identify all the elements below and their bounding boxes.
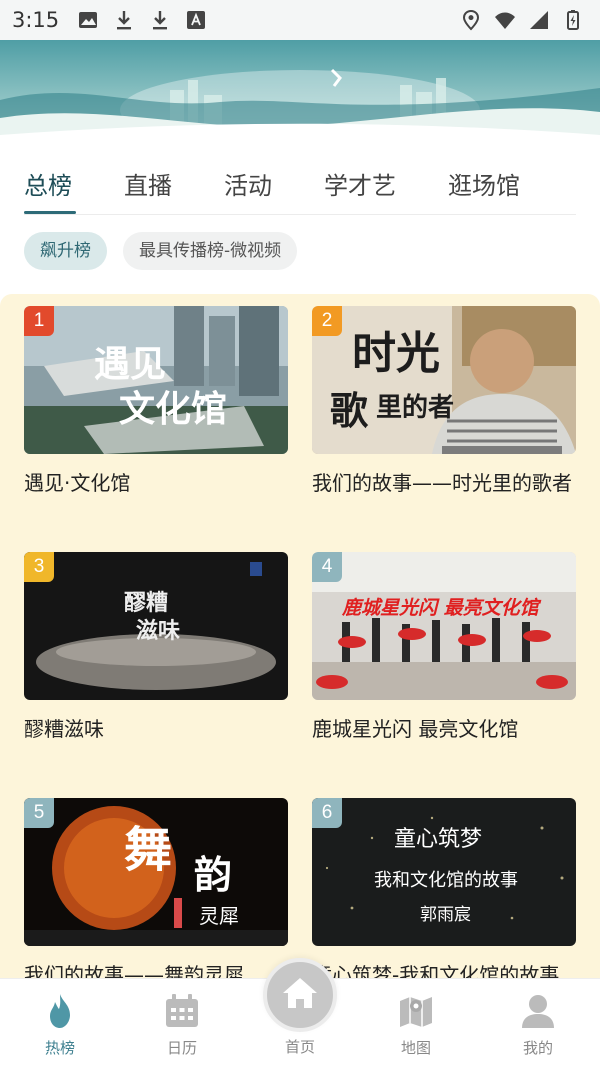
tab-overall[interactable]: 总榜 bbox=[24, 152, 76, 214]
svg-text:滋味: 滋味 bbox=[136, 618, 180, 644]
svg-text:里的者: 里的者 bbox=[376, 392, 454, 423]
video-thumbnail[interactable]: 醪糟 滋味 3 bbox=[24, 552, 288, 700]
svg-text:童心筑梦: 童心筑梦 bbox=[394, 827, 482, 852]
svg-text:灵犀: 灵犀 bbox=[199, 904, 239, 928]
nav-hot-list[interactable]: 热榜 bbox=[15, 991, 105, 1058]
tab-live[interactable]: 直播 bbox=[124, 152, 172, 214]
ranking-card[interactable]: 舞 韵 灵犀 5 我们的故事——舞韵灵犀 bbox=[24, 798, 288, 980]
ranking-card[interactable]: 醪糟 滋味 3 醪糟滋味 bbox=[24, 552, 288, 744]
video-thumbnail[interactable]: 鹿城星光闪 最亮文化馆 4 bbox=[312, 552, 576, 700]
ranking-card[interactable]: 时光 歌 里的者 2 我们的故事——时光里的歌者 bbox=[312, 306, 576, 498]
svg-text:郭雨宸: 郭雨宸 bbox=[420, 905, 471, 925]
font-icon bbox=[187, 11, 206, 29]
nav-label: 地图 bbox=[400, 1039, 431, 1057]
nav-profile[interactable]: 我的 bbox=[493, 991, 583, 1058]
download-icon bbox=[153, 11, 168, 30]
card-title: 童心筑梦-我和文化馆的故事 bbox=[312, 963, 560, 980]
nav-label: 我的 bbox=[522, 1039, 553, 1057]
battery-icon bbox=[567, 10, 579, 30]
svg-text:遇见: 遇见 bbox=[94, 344, 166, 385]
nav-home-label: 首页 bbox=[284, 1038, 315, 1056]
svg-text:韵: 韵 bbox=[194, 853, 232, 897]
nav-label: 日历 bbox=[166, 1039, 197, 1057]
ranking-card[interactable]: 遇见 文化馆 1 遇见·文化馆 bbox=[24, 306, 288, 498]
wifi-icon bbox=[495, 12, 515, 29]
rank-badge: 6 bbox=[312, 798, 342, 828]
card-title: 鹿城星光闪 最亮文化馆 bbox=[312, 717, 519, 741]
category-tabs: 总榜 直播 活动 学才艺 逛场馆 bbox=[0, 152, 600, 216]
home-icon bbox=[283, 978, 317, 1008]
card-title: 醪糟滋味 bbox=[24, 717, 104, 741]
video-thumbnail[interactable]: 遇见 文化馆 1 bbox=[24, 306, 288, 454]
header-banner bbox=[0, 40, 600, 140]
card-title: 我们的故事——舞韵灵犀 bbox=[24, 963, 244, 980]
video-thumbnail[interactable]: 舞 韵 灵犀 5 bbox=[24, 798, 288, 946]
ranking-list: 遇见 文化馆 1 遇见·文化馆 时光 歌 里的者 2 我们的故事——时光里的歌者… bbox=[0, 294, 600, 980]
svg-text:时光: 时光 bbox=[352, 328, 440, 379]
chip-rising[interactable]: 飙升榜 bbox=[24, 232, 107, 270]
nav-map[interactable]: 地图 bbox=[371, 991, 461, 1058]
tab-activities[interactable]: 活动 bbox=[224, 152, 272, 214]
ranking-card[interactable]: 童心筑梦 我和文化馆的故事 郭雨宸 6 童心筑梦-我和文化馆的故事 bbox=[312, 798, 576, 980]
map-icon bbox=[400, 997, 432, 1027]
svg-text:醪糟: 醪糟 bbox=[124, 591, 168, 616]
signal-icon bbox=[530, 11, 548, 29]
svg-text:我和文化馆的故事: 我和文化馆的故事 bbox=[374, 870, 518, 891]
image-icon bbox=[79, 12, 98, 28]
nav-label: 热榜 bbox=[44, 1039, 75, 1057]
card-title: 遇见·文化馆 bbox=[24, 471, 131, 495]
location-icon bbox=[462, 9, 480, 31]
rank-badge: 4 bbox=[312, 552, 342, 582]
ranking-filter-chips: 飙升榜 最具传播榜-微视频 bbox=[24, 232, 298, 270]
flame-icon bbox=[50, 994, 70, 1028]
download-icon bbox=[117, 11, 132, 30]
tabs-divider bbox=[24, 214, 576, 215]
video-thumbnail[interactable]: 时光 歌 里的者 2 bbox=[312, 306, 576, 454]
status-bar: 3:15 bbox=[0, 0, 600, 40]
home-button[interactable] bbox=[263, 958, 337, 1032]
video-thumbnail[interactable]: 童心筑梦 我和文化馆的故事 郭雨宸 6 bbox=[312, 798, 576, 946]
nav-calendar[interactable]: 日历 bbox=[137, 991, 227, 1058]
svg-text:歌: 歌 bbox=[330, 389, 369, 433]
chip-most-shared-video[interactable]: 最具传播榜-微视频 bbox=[123, 232, 298, 270]
status-time: 3:15 bbox=[12, 8, 60, 32]
rank-badge: 3 bbox=[24, 552, 54, 582]
svg-text:鹿城星光闪 最亮文化馆: 鹿城星光闪 最亮文化馆 bbox=[341, 597, 542, 619]
svg-text:文化馆: 文化馆 bbox=[119, 389, 227, 430]
ranking-card[interactable]: 鹿城星光闪 最亮文化馆 4 鹿城星光闪 最亮文化馆 bbox=[312, 552, 576, 744]
user-icon bbox=[522, 995, 554, 1028]
rank-badge: 2 bbox=[312, 306, 342, 336]
svg-text:舞: 舞 bbox=[124, 822, 172, 878]
card-title: 我们的故事——时光里的歌者 bbox=[312, 471, 572, 495]
rank-badge: 5 bbox=[24, 798, 54, 828]
calendar-icon bbox=[166, 994, 198, 1027]
rank-badge: 1 bbox=[24, 306, 54, 336]
tab-venues[interactable]: 逛场馆 bbox=[448, 152, 520, 214]
tab-learn-arts[interactable]: 学才艺 bbox=[324, 152, 396, 214]
